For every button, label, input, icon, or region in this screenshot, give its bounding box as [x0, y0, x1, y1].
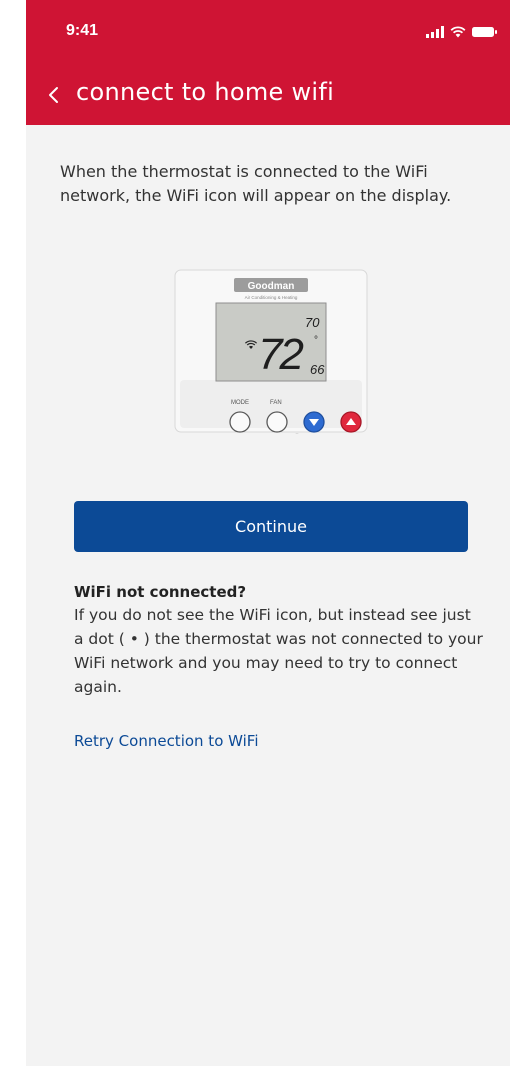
brand-tagline: Air Conditioning & Heating	[245, 295, 298, 300]
retry-connection-link[interactable]: Retry Connection to WiFi	[74, 732, 259, 750]
app-screen: 9:41 connect to home wifi When the therm…	[26, 0, 510, 1066]
back-button[interactable]	[40, 80, 66, 110]
chevron-left-icon	[49, 87, 58, 103]
page-title: connect to home wifi	[76, 78, 335, 106]
thermostat-image: Goodman Air Conditioning & Heating 72 ° …	[174, 268, 368, 441]
mode-button	[229, 411, 251, 433]
continue-button[interactable]: Continue	[74, 501, 468, 552]
help-body: If you do not see the WiFi icon, but ins…	[74, 606, 483, 696]
lcd-upper-setpoint: 70	[305, 315, 320, 330]
mode-label: MODE	[231, 400, 249, 406]
continue-button-label: Continue	[235, 517, 307, 536]
lcd-degree: °	[314, 335, 318, 346]
app-header: 9:41 connect to home wifi	[26, 0, 510, 125]
lcd-lower-setpoint: 66	[310, 362, 325, 377]
battery-icon	[472, 27, 497, 37]
brand-name: Goodman	[248, 281, 295, 292]
status-time: 9:41	[66, 22, 99, 39]
wifi-icon	[450, 26, 466, 38]
lcd-current-temp: 72	[258, 330, 303, 379]
intro-text: When the thermostat is connected to the …	[60, 162, 452, 205]
help-title: WiFi not connected?	[74, 583, 247, 601]
fan-label: FAN	[270, 400, 282, 406]
status-icons	[426, 26, 498, 38]
cellular-signal-icon	[426, 26, 444, 38]
fan-button	[266, 411, 288, 433]
